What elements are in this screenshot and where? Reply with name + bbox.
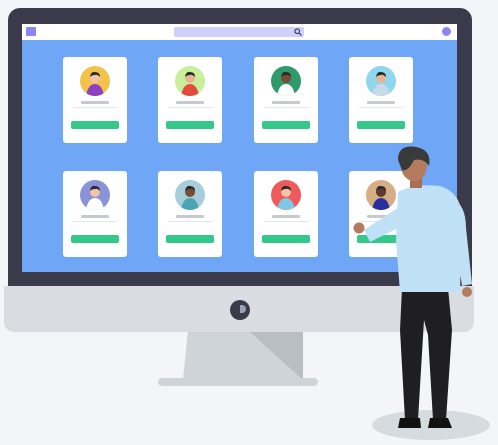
standing-man-illustration [353,146,472,428]
